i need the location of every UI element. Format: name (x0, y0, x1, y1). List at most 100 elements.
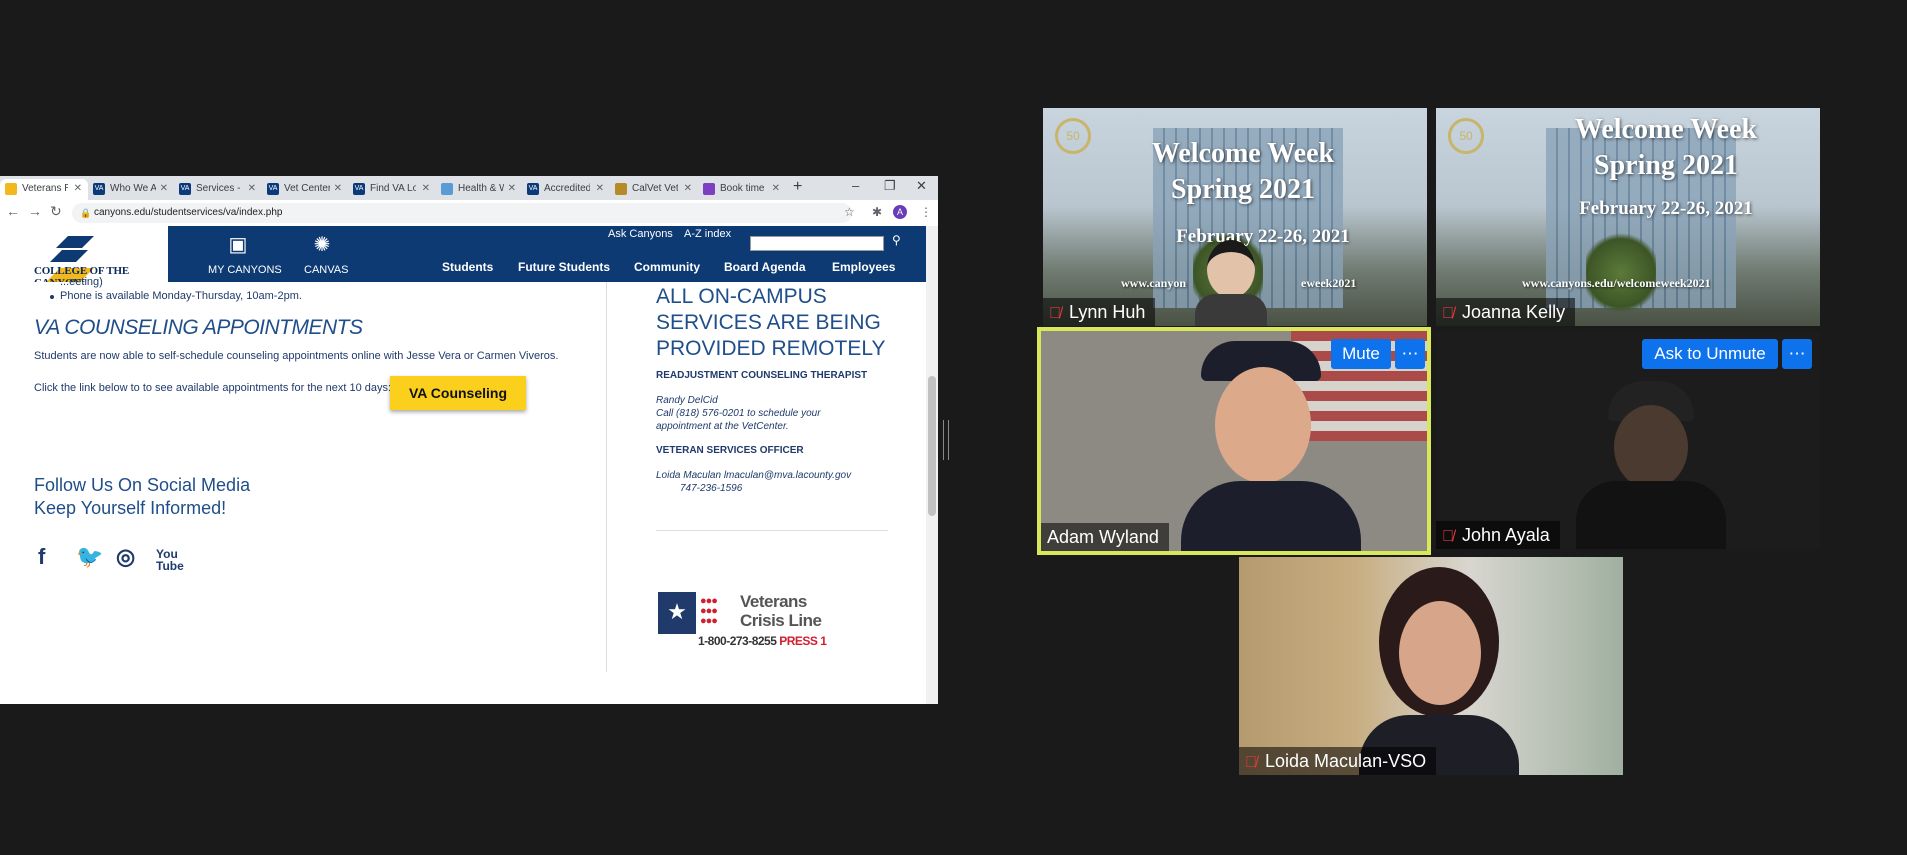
nav-employees[interactable]: Employees (832, 260, 895, 274)
ask-canyons-link[interactable]: Ask Canyons (608, 228, 673, 240)
tab-services[interactable]: VA Services - E ✕ (174, 179, 262, 200)
bookmark-star-icon[interactable]: ☆ (844, 205, 855, 219)
officer-title: VETERAN SERVICES OFFICER (656, 445, 804, 456)
close-icon[interactable]: ✕ (684, 179, 692, 199)
page-content: ...eeting) Phone is available Monday-Thu… (0, 276, 926, 704)
video-tile-joanna-kelly[interactable]: 50 Welcome Week Spring 2021 February 22-2… (1436, 108, 1820, 326)
more-options-button[interactable]: ⋯ (1395, 339, 1425, 369)
muted-mic-icon: 🎙̸ (1442, 528, 1454, 545)
canvas-link[interactable]: CANVAS (304, 264, 348, 276)
tab-accredited[interactable]: VA Accredited ✕ (522, 179, 610, 200)
extensions-icon[interactable]: ✱ (872, 205, 882, 219)
phone-hours: Phone is available Monday-Thursday, 10am… (60, 290, 302, 302)
participant-name: 🎙̸ Lynn Huh (1043, 298, 1156, 326)
reload-icon[interactable]: ↻ (50, 203, 62, 220)
site-header: COLLEGE OF THE CANYONS Ask Canyons A-Z i… (0, 226, 926, 289)
officer-phone: 747-236-1596 (680, 483, 743, 494)
va-paragraph: Students are now able to self-schedule c… (34, 350, 559, 362)
close-icon[interactable]: ✕ (772, 179, 780, 199)
officer-contact[interactable]: Loida Maculan lmaculan@mva.lacounty.gov (656, 469, 851, 482)
participant-name: 🎙̸ Loida Maculan-VSO (1239, 747, 1437, 775)
muted-mic-icon: 🎙̸ (1049, 305, 1061, 322)
participant-video (1359, 567, 1519, 775)
pane-resize-handle[interactable] (943, 420, 949, 460)
readjustment-title: READJUSTMENT COUNSELING THERAPIST (656, 370, 868, 381)
partial-text: ...eeting) (60, 276, 103, 288)
tab-calvet[interactable]: CalVet Vete ✕ (610, 179, 698, 200)
close-icon[interactable]: ✕ (508, 179, 516, 199)
health-favicon-icon (441, 183, 453, 195)
readjustment-name: Randy DelCid (656, 395, 718, 406)
tab-vet-center[interactable]: VA Vet Center ✕ (262, 179, 348, 200)
column-divider (606, 282, 607, 672)
scrollbar-thumb[interactable] (928, 376, 936, 516)
calvet-favicon-icon (615, 183, 627, 195)
participant-video (1181, 341, 1361, 551)
address-bar[interactable]: 🔒 canyons.edu/studentservices/va/index.p… (72, 203, 852, 223)
page-scrollbar[interactable] (926, 226, 938, 704)
twitter-icon[interactable]: 🐦 (76, 544, 103, 570)
veterans-crisis-line-logo[interactable]: ★ ●●● ●●● ●●● Veterans Crisis Line 1-800-27… (656, 592, 846, 652)
muted-mic-icon: 🎙̸ (1245, 754, 1257, 771)
new-tab-icon[interactable]: + (793, 178, 802, 196)
video-tile-lynn-huh[interactable]: 50 Welcome Week Spring 2021 February 22-2… (1043, 108, 1427, 326)
close-icon[interactable]: ✕ (74, 179, 82, 199)
canyons-50-logo-icon: 50 (1448, 118, 1484, 154)
mute-button[interactable]: Mute (1331, 339, 1391, 369)
close-icon[interactable]: ✕ (334, 179, 342, 199)
nav-students[interactable]: Students (442, 260, 493, 274)
minimize-icon[interactable]: – (852, 178, 859, 193)
va-link-paragraph: Click the link below to to see available… (34, 382, 392, 394)
va-counseling-button[interactable]: VA Counseling (390, 376, 526, 410)
participant-name: Adam Wyland (1041, 523, 1169, 551)
close-window-icon[interactable]: ✕ (916, 178, 927, 194)
tab-health[interactable]: Health & W ✕ (436, 179, 522, 200)
profile-avatar[interactable]: A (893, 205, 907, 219)
va-favicon-icon: VA (179, 183, 191, 195)
video-tile-john-ayala[interactable]: Ask to Unmute ⋯ 🎙̸ John Ayala (1436, 331, 1820, 549)
close-icon[interactable]: ✕ (596, 179, 604, 199)
search-icon[interactable]: ⚲ (892, 233, 901, 247)
tab-who-we-are[interactable]: VA Who We Ar ✕ (88, 179, 174, 200)
close-icon[interactable]: ✕ (160, 179, 168, 199)
tab-book-time[interactable]: Book time ✕ (698, 179, 786, 200)
va-favicon-icon: VA (527, 183, 539, 195)
ask-to-unmute-button[interactable]: Ask to Unmute (1642, 339, 1778, 369)
restore-icon[interactable]: ❐ (884, 178, 896, 194)
az-index-link[interactable]: A-Z index (684, 228, 731, 240)
follow-heading: Follow Us On Social Media (34, 475, 251, 495)
shared-browser-window: Veterans Re ✕ VA Who We Ar ✕ VA Services… (0, 176, 938, 704)
tab-strip: Veterans Re ✕ VA Who We Ar ✕ VA Services… (0, 176, 938, 200)
video-tile-loida-maculan[interactable]: 🎙̸ Loida Maculan-VSO (1239, 557, 1623, 775)
nav-community[interactable]: Community (634, 260, 700, 274)
participant-name: 🎙̸ Joanna Kelly (1436, 298, 1576, 326)
menu-dots-icon[interactable]: ⋮ (920, 205, 932, 219)
facebook-icon[interactable]: f (38, 544, 45, 570)
video-tile-adam-wyland[interactable]: Mute ⋯ Adam Wyland (1037, 327, 1431, 555)
my-canyons-link[interactable]: MY CANYONS (208, 264, 282, 276)
bullet (50, 295, 54, 299)
va-favicon-icon: VA (353, 183, 365, 195)
nav-board-agenda[interactable]: Board Agenda (724, 260, 806, 274)
tab-find-va[interactable]: VA Find VA Lo ✕ (348, 179, 436, 200)
tab-veterans[interactable]: Veterans Re ✕ (0, 179, 88, 200)
readjustment-call: Call (818) 576-0201 to schedule your (656, 408, 821, 419)
participant-name: 🎙̸ John Ayala (1436, 521, 1560, 549)
back-icon[interactable]: ← (6, 203, 20, 219)
star-icon: ★ (658, 592, 696, 634)
participant-video (1576, 381, 1726, 549)
forward-icon[interactable]: → (28, 203, 42, 219)
close-icon[interactable]: ✕ (248, 179, 256, 199)
site-search-input[interactable] (750, 236, 884, 251)
youtube-icon[interactable]: You Tube (156, 548, 184, 572)
lock-icon: 🔒 (80, 208, 92, 218)
college-logo[interactable]: COLLEGE OF THE CANYONS (16, 234, 146, 289)
browser-toolbar: ← → ↻ 🔒 canyons.edu/studentservices/va/i… (0, 200, 938, 227)
more-options-button[interactable]: ⋯ (1782, 339, 1812, 369)
my-canyons-icon[interactable]: ▣ (218, 232, 258, 257)
instagram-icon[interactable]: ◎ (116, 544, 135, 570)
muted-mic-icon: 🎙̸ (1442, 305, 1454, 322)
canvas-icon[interactable]: ✺ (302, 232, 342, 257)
nav-future-students[interactable]: Future Students (518, 260, 610, 274)
close-icon[interactable]: ✕ (422, 179, 430, 199)
